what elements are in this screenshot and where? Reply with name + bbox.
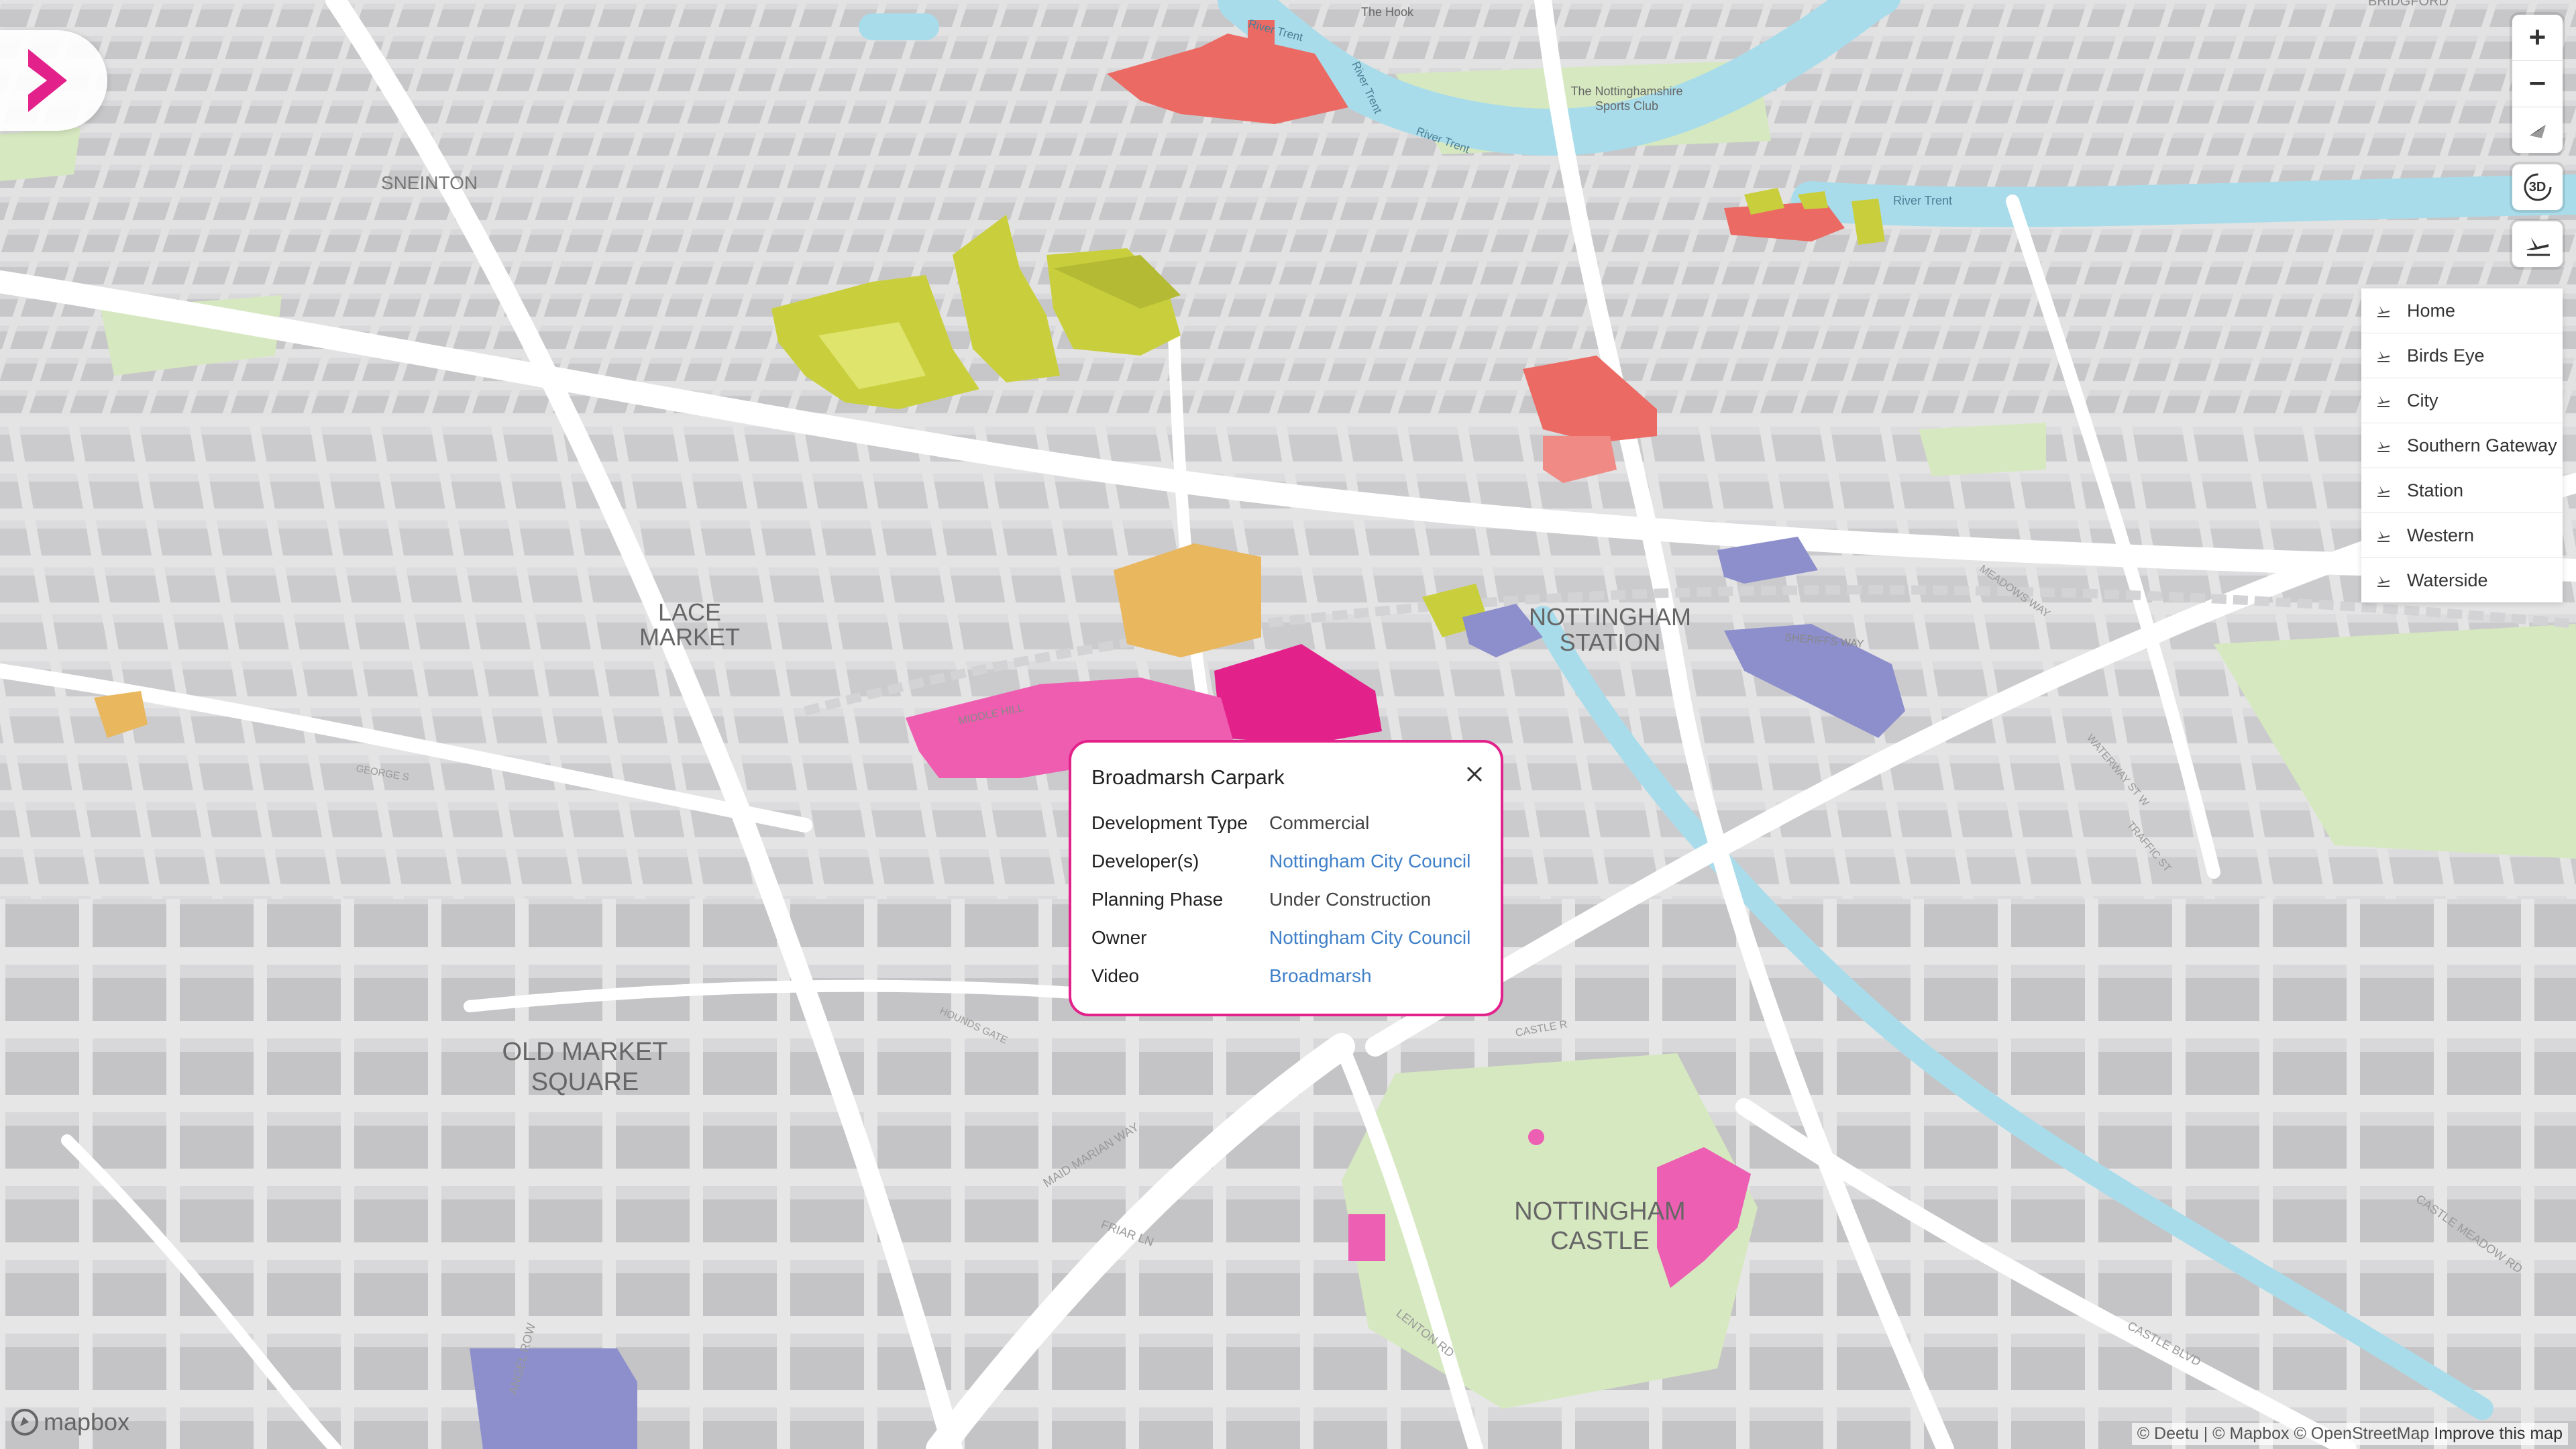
attribution-osm-link[interactable]: © OpenStreetMap	[2294, 1424, 2429, 1443]
sidebar-toggle-button[interactable]	[0, 30, 107, 131]
view-item-home[interactable]: Home	[2361, 288, 2563, 333]
mapbox-logo[interactable]: mapbox	[10, 1407, 129, 1437]
view-item-label: Birds Eye	[2407, 345, 2485, 366]
chevron-right-icon	[28, 49, 67, 112]
toggle-3d-control: 3D	[2512, 164, 2563, 210]
district-label-castle-1: NOTTINGHAM	[1514, 1197, 1685, 1226]
view-menu: Home Birds Eye City Southern Gateway Sta…	[2361, 288, 2563, 602]
view-item-label: Home	[2407, 300, 2456, 321]
popup-row-value: Commercial	[1269, 812, 1370, 833]
plane-icon	[2377, 576, 2390, 587]
feature-popup: Broadmarsh Carpark Development Type Comm…	[1069, 740, 1503, 1016]
place-label-river-4: River Trent	[1893, 194, 1952, 207]
view-item-label: Waterside	[2407, 570, 2488, 590]
view-menu-control	[2512, 221, 2563, 267]
attribution-deetu-link[interactable]: © Deetu	[2137, 1424, 2199, 1443]
view-item-label: Station	[2407, 480, 2464, 500]
district-label-lace-2: MARKET	[639, 623, 740, 651]
view-item-label: Western	[2407, 525, 2475, 545]
district-label-lace-1: LACE	[658, 598, 721, 626]
district-label-oldmarket-2: SQUARE	[531, 1068, 639, 1096]
improve-map-link[interactable]: Improve this map	[2434, 1424, 2563, 1443]
map-attribution: © Deetu | © Mapbox © OpenStreetMap Impro…	[2131, 1423, 2568, 1445]
map-canvas[interactable]: SNEINTON LACE MARKET NOTTINGHAM STATION …	[0, 0, 2576, 1449]
view-menu-button[interactable]	[2512, 221, 2563, 267]
popup-row-key: Owner	[1091, 927, 1147, 948]
zoom-in-button[interactable]: +	[2512, 15, 2563, 61]
plane-icon	[2377, 396, 2390, 407]
mapbox-logo-text: mapbox	[44, 1408, 130, 1436]
popup-row-key: Developer(s)	[1091, 851, 1199, 871]
district-label-oldmarket-1: OLD MARKET	[502, 1038, 667, 1066]
view-item-station[interactable]: Station	[2361, 468, 2563, 513]
place-label-hook: The Hook	[1361, 5, 1414, 19]
view-item-city[interactable]: City	[2361, 378, 2563, 423]
plane-icon	[2377, 531, 2390, 542]
district-label-castle-2: CASTLE	[1550, 1227, 1650, 1255]
popup-row-key: Planning Phase	[1091, 889, 1224, 910]
plane-icon	[2377, 441, 2390, 452]
close-icon[interactable]	[1463, 763, 1486, 786]
mapbox-icon	[11, 1409, 38, 1436]
compass-icon	[2529, 125, 2546, 138]
plane-icon	[2377, 486, 2390, 497]
developer-link[interactable]: Nottingham City Council	[1269, 851, 1470, 872]
compass-button[interactable]	[2512, 107, 2563, 153]
rotate-3d-icon	[2524, 173, 2551, 201]
owner-link[interactable]: Nottingham City Council	[1269, 927, 1470, 949]
view-item-waterside[interactable]: Waterside	[2361, 558, 2563, 602]
district-label-sneinton: SNEINTON	[381, 172, 478, 193]
plane-icon	[2377, 351, 2390, 362]
video-link[interactable]: Broadmarsh	[1269, 965, 1372, 987]
popup-row-value: Under Construction	[1269, 889, 1432, 910]
attribution-mapbox-link[interactable]: © Mapbox	[2212, 1424, 2289, 1443]
view-item-southern-gateway[interactable]: Southern Gateway	[2361, 423, 2563, 468]
popup-row-key: Development Type	[1091, 812, 1248, 833]
district-label-station-1: NOTTINGHAM	[1529, 603, 1691, 631]
navigation-controls: + −	[2512, 15, 2563, 153]
plane-icon	[2525, 237, 2550, 256]
zoom-out-button[interactable]: −	[2512, 61, 2563, 107]
place-label-bridgford: BRIDGFORD	[2368, 0, 2449, 9]
view-item-label: Southern Gateway	[2407, 435, 2557, 455]
view-item-birds-eye[interactable]: Birds Eye	[2361, 333, 2563, 378]
toggle-3d-button[interactable]: 3D	[2512, 164, 2563, 210]
place-label-sports-2: Sports Club	[1595, 99, 1658, 113]
attribution-separator: |	[2203, 1424, 2208, 1443]
district-label-station-2: STATION	[1560, 629, 1661, 656]
popup-row-key: Video	[1091, 965, 1140, 986]
view-item-label: City	[2407, 390, 2438, 411]
view-item-western[interactable]: Western	[2361, 513, 2563, 558]
plane-icon	[2377, 306, 2390, 317]
popup-title: Broadmarsh Carpark	[1091, 765, 1285, 789]
place-label-sports-1: The Nottinghamshire	[1570, 85, 1682, 98]
